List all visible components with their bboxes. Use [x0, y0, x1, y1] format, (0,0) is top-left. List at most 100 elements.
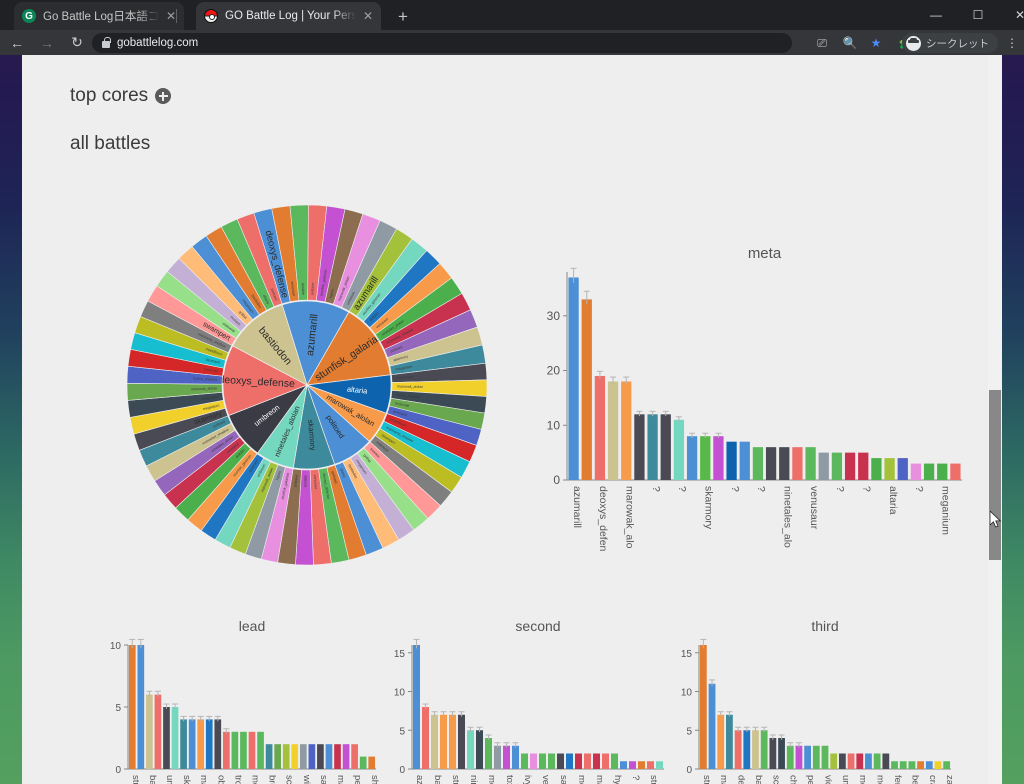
- svg-text:marowak_alolan: marowak_alolan: [397, 385, 423, 389]
- svg-text:mega: mega: [875, 775, 886, 784]
- cast-icon[interactable]: ⎚: [812, 33, 832, 53]
- svg-text:skarm: skarm: [181, 775, 192, 784]
- svg-text:stunf: stunf: [450, 775, 461, 784]
- lead-bar-chart[interactable]: lead 0 5 10 stunf basti umbr skarm maro obsta trop…: [84, 615, 384, 784]
- svg-text:meganium: meganium: [939, 486, 951, 535]
- svg-text:clefable: clefable: [301, 283, 306, 296]
- page-scrollbar[interactable]: [988, 55, 1002, 784]
- svg-text:ivysa: ivysa: [522, 775, 533, 784]
- third-bar-chart[interactable]: third 0 5 10 15 stunf maro deox basti scraf cherrp…: [659, 615, 959, 784]
- svg-text:0: 0: [553, 473, 560, 487]
- top-cores-label: top cores: [70, 85, 149, 106]
- browser-chrome: Go Battle Log日本語コンバーター ✕ GO Battle Log |…: [0, 0, 1024, 55]
- reload-icon[interactable]: ↻: [64, 30, 90, 55]
- svg-text:cherr: cherr: [788, 775, 799, 784]
- svg-text:umbr: umbr: [164, 775, 175, 784]
- svg-text:deoxys_defen: deoxys_defen: [597, 486, 609, 552]
- svg-text:5: 5: [115, 703, 121, 714]
- lock-icon: [102, 36, 111, 48]
- tab-separator: [176, 9, 177, 23]
- svg-text:?: ?: [834, 486, 846, 492]
- svg-text:pelipper: pelipper: [310, 281, 315, 295]
- address-bar-url: gobattlelog.com: [117, 37, 199, 49]
- back-icon[interactable]: ←: [4, 30, 30, 55]
- incognito-profile-button[interactable]: シークレット: [902, 33, 998, 53]
- tab-close-icon[interactable]: ✕: [166, 9, 176, 23]
- svg-text:0: 0: [115, 765, 121, 776]
- svg-text:pelip: pelip: [805, 775, 816, 784]
- svg-text:10: 10: [394, 688, 406, 699]
- svg-text:mach: mach: [335, 775, 346, 784]
- svg-text:10: 10: [547, 418, 561, 432]
- svg-text:?: ?: [860, 486, 872, 492]
- svg-text:mega: mega: [486, 775, 497, 784]
- svg-text:20: 20: [547, 364, 561, 378]
- tab-title: Go Battle Log日本語コンバーター: [43, 11, 159, 23]
- all-battles-heading: all battles: [70, 133, 151, 154]
- tab-strip: Go Battle Log日本語コンバーター ✕ GO Battle Log |…: [0, 0, 1024, 30]
- svg-text:10: 10: [681, 688, 693, 699]
- svg-text:?: ?: [676, 486, 688, 492]
- svg-text:?: ?: [913, 486, 925, 492]
- tab-0[interactable]: Go Battle Log日本語コンバーター ✕: [14, 2, 184, 30]
- svg-text:medi: medi: [576, 775, 587, 784]
- svg-text:obsta: obsta: [215, 775, 226, 784]
- svg-text:maro: maro: [198, 775, 209, 784]
- tab-1[interactable]: GO Battle Log | Your Personal Bat ✕: [196, 2, 381, 30]
- svg-text:mach: mach: [594, 775, 605, 784]
- sunburst-chart[interactable]: azumarilldeoxys_defense venusaur clefable p…: [112, 200, 502, 570]
- svg-text:scyth: scyth: [284, 775, 295, 784]
- svg-text:venusaur: venusaur: [808, 486, 820, 530]
- gbl-green-icon: [22, 9, 36, 23]
- bookmark-star-icon[interactable]: ★: [866, 33, 886, 53]
- svg-text:ferro: ferro: [892, 775, 903, 784]
- page-viewport: top cores all battles azumarill deoxys_de…: [22, 55, 1002, 784]
- svg-text:15: 15: [394, 649, 406, 660]
- svg-text:stunf: stunf: [701, 775, 712, 784]
- tab-close-icon[interactable]: ✕: [363, 9, 373, 23]
- svg-text:0: 0: [686, 765, 692, 776]
- address-bar[interactable]: gobattlelog.com: [92, 33, 792, 53]
- plus-circle-icon[interactable]: [155, 88, 172, 104]
- svg-text:0: 0: [399, 765, 405, 776]
- window-minimize-button[interactable]: —: [915, 0, 957, 30]
- browser-toolbar: ← → ↻ gobattlelog.com ⎚ 🔍 ★ 🧩 シークレット ⋮: [0, 30, 1024, 55]
- svg-text:lead: lead: [239, 618, 265, 634]
- zoom-icon[interactable]: 🔍: [840, 33, 860, 53]
- svg-text:azumarill: azumarill: [571, 486, 583, 528]
- window-maximize-button[interactable]: ☐: [957, 0, 999, 30]
- tab-title: GO Battle Log | Your Personal Bat: [225, 10, 356, 22]
- svg-text:clefable: clefable: [303, 475, 307, 487]
- top-cores-heading: top cores: [70, 85, 1002, 107]
- svg-text:marowak_alo: marowak_alo: [623, 486, 635, 549]
- svg-text:maro: maro: [718, 775, 729, 784]
- svg-text:?: ?: [755, 486, 767, 492]
- window-close-button[interactable]: ✕: [999, 0, 1024, 30]
- second-bar-chart[interactable]: second 0 5 10 15 azum basti stunf ninet mega toxic…: [372, 615, 672, 784]
- svg-text:sable: sable: [318, 775, 329, 784]
- svg-text:stunf: stunf: [130, 775, 141, 784]
- svg-text:second: second: [515, 618, 560, 634]
- svg-text:altaria: altaria: [887, 486, 899, 515]
- incognito-label: シークレット: [926, 37, 989, 50]
- new-tab-button[interactable]: +: [392, 6, 414, 28]
- svg-text:meta: meta: [748, 245, 782, 262]
- svg-text:skarmory: skarmory: [702, 486, 714, 530]
- svg-text:victre: victre: [822, 775, 833, 784]
- svg-text:crawd: crawd: [927, 775, 938, 784]
- svg-text:pelip: pelip: [352, 775, 363, 784]
- svg-text:?: ?: [650, 486, 662, 492]
- svg-text:wiggl: wiggl: [301, 774, 312, 784]
- scrollbar-thumb[interactable]: [989, 390, 1001, 560]
- svg-text:bron: bron: [267, 775, 278, 784]
- svg-text:?: ?: [630, 775, 641, 780]
- meta-bar-chart[interactable]: meta 0 10 20 30 azumarill deoxys_defen marowak_…: [512, 240, 982, 590]
- browser-menu-icon[interactable]: ⋮: [1002, 33, 1022, 53]
- svg-text:deox: deox: [736, 775, 747, 784]
- svg-text:10: 10: [110, 641, 122, 652]
- svg-text:medi: medi: [857, 775, 868, 784]
- forward-icon[interactable]: →: [34, 30, 60, 55]
- svg-text:mew: mew: [249, 775, 260, 784]
- svg-text:basti: basti: [147, 775, 158, 784]
- svg-text:30: 30: [547, 309, 561, 323]
